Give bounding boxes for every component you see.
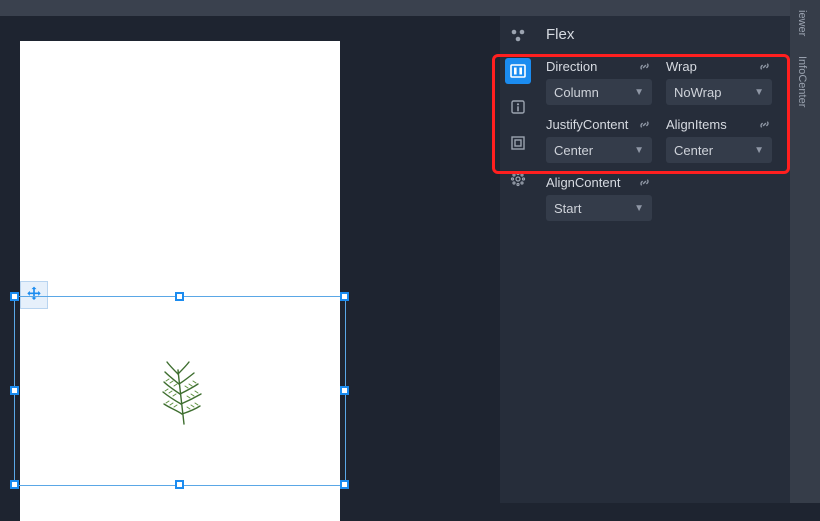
chevron-down-icon: ▼ [634,145,644,156]
link-icon[interactable] [637,117,652,132]
prop-wrap: Wrap NoWrap ▼ [666,57,772,105]
direction-dropdown[interactable]: Column ▼ [546,79,652,105]
chevron-down-icon: ▼ [754,87,764,98]
properties-panel: Flex Direction Column ▼ Wrap NoWrap [500,16,790,503]
canvas-area[interactable] [0,16,500,503]
prop-label: Direction [546,59,597,74]
prop-justify-content: JustifyContent Center ▼ [546,115,652,163]
top-toolbar [0,0,820,16]
resize-handle[interactable] [340,386,349,395]
dropdown-value: Column [554,85,599,100]
move-icon [24,285,44,305]
flex-category-icon[interactable] [505,58,531,84]
resize-handle[interactable] [10,386,19,395]
chevron-down-icon: ▼ [754,145,764,156]
move-tool-indicator[interactable] [20,281,48,309]
resize-handle[interactable] [10,292,19,301]
chevron-down-icon: ▼ [634,203,644,214]
prop-label: JustifyContent [546,117,628,132]
layout-category-icon[interactable] [505,22,531,48]
prop-label: AlignItems [666,117,727,132]
link-icon[interactable] [757,117,772,132]
info-category-icon[interactable] [505,94,531,120]
resize-handle[interactable] [340,480,349,489]
link-icon[interactable] [637,175,652,190]
panel-title: Flex [540,22,778,53]
align-items-dropdown[interactable]: Center ▼ [666,137,772,163]
prop-align-content: AlignContent Start ▼ [546,173,652,221]
side-tab-viewer[interactable]: iewer [790,0,814,46]
prop-direction: Direction Column ▼ [546,57,652,105]
box-category-icon[interactable] [505,130,531,156]
side-tab-strip: iewer InfoCenter [790,0,820,503]
align-content-dropdown[interactable]: Start ▼ [546,195,652,221]
settings-category-icon[interactable] [505,166,531,192]
dropdown-value: Center [674,143,713,158]
resize-handle[interactable] [10,480,19,489]
justify-content-dropdown[interactable]: Center ▼ [546,137,652,163]
prop-align-items: AlignItems Center ▼ [666,115,772,163]
link-icon[interactable] [637,59,652,74]
chevron-down-icon: ▼ [634,87,644,98]
resize-handle[interactable] [340,292,349,301]
dropdown-value: NoWrap [674,85,721,100]
link-icon[interactable] [757,59,772,74]
panel-icon-column [500,16,536,503]
dropdown-value: Start [554,201,581,216]
prop-label: AlignContent [546,175,620,190]
wrap-dropdown[interactable]: NoWrap ▼ [666,79,772,105]
dropdown-value: Center [554,143,593,158]
side-tab-infocenter[interactable]: InfoCenter [790,46,814,117]
artboard[interactable] [20,41,340,521]
prop-label: Wrap [666,59,697,74]
